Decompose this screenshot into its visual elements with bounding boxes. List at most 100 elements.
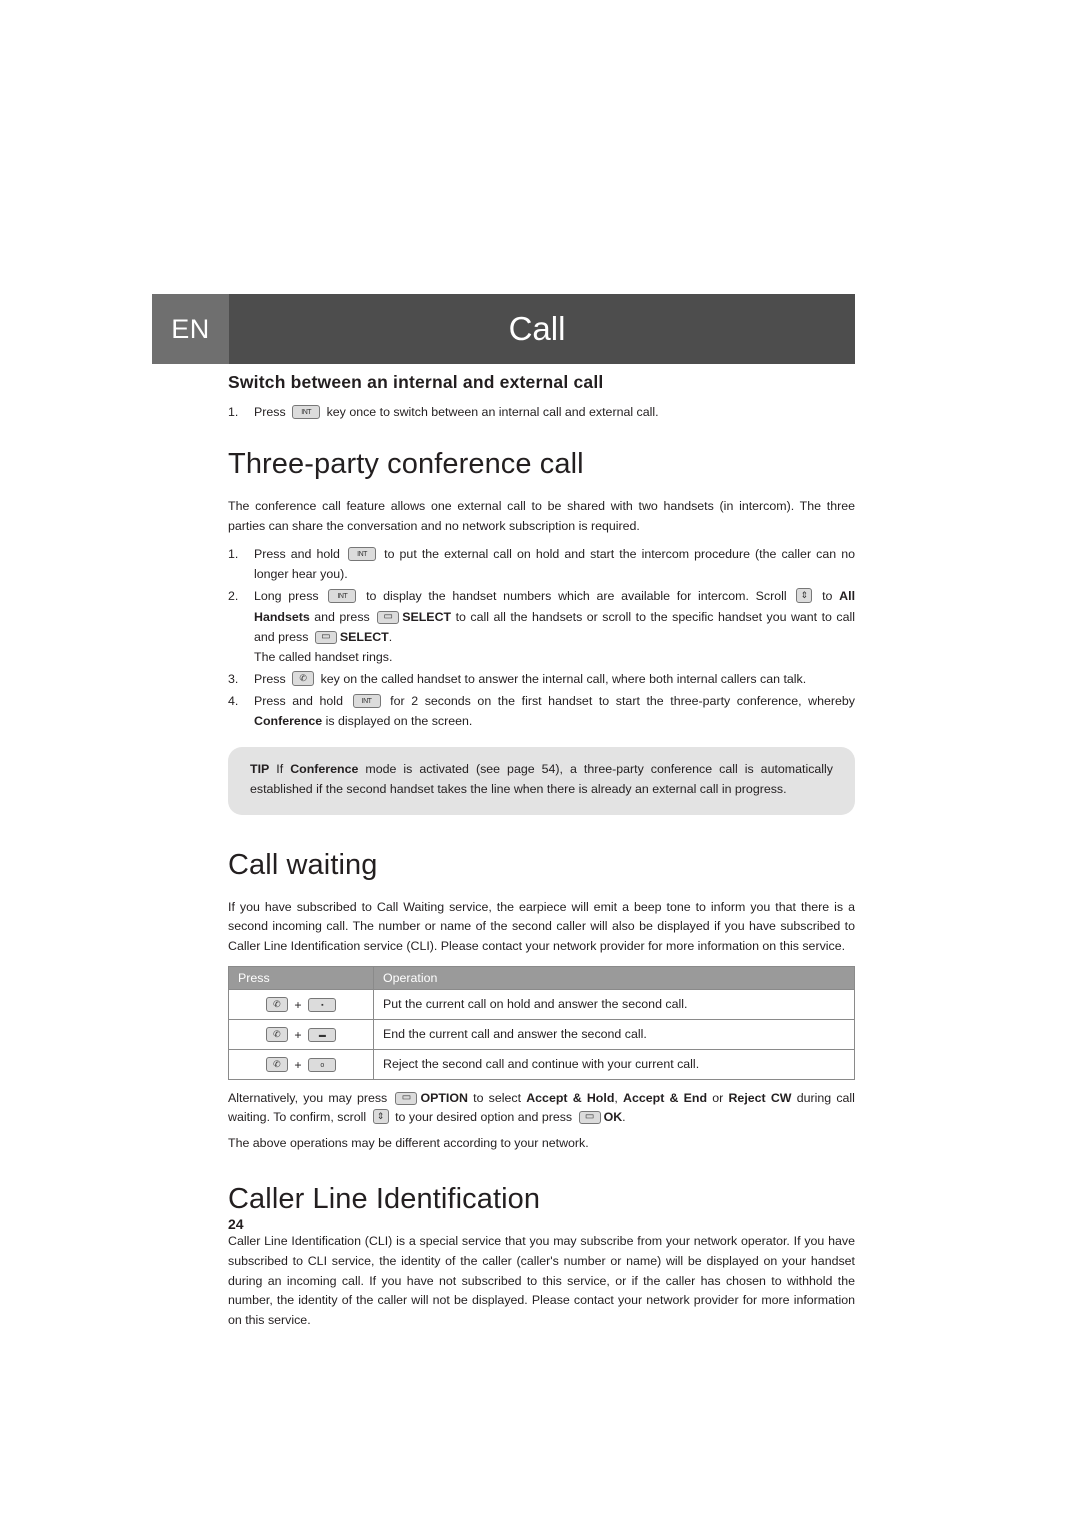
intercom-key-label: INT (337, 593, 348, 601)
tip-text-a: If (276, 762, 284, 777)
intercom-key-label: INT (301, 409, 312, 416)
softkey-icon: ▭ (395, 1091, 418, 1105)
scroll-key-icon: ⇕ (796, 588, 813, 604)
call-waiting-table: Press Operation ✆ + ▪ Put the current ca… (228, 965, 855, 1080)
step-text-pre: Press (254, 671, 286, 686)
list-item: 3. Press ✆ key on the called handset to … (228, 669, 855, 689)
scroll-key-icon: ⇕ (372, 1109, 389, 1125)
list-item: 2. Long press INT to display the handset… (228, 586, 855, 666)
list-text: Long press INT to display the handset nu… (254, 586, 855, 666)
tip-label: TIP (250, 762, 270, 777)
hold-key-icon: ▪ (308, 997, 337, 1012)
alt-text-e: . (622, 1110, 626, 1125)
softkey-icon: ▭ (377, 610, 400, 624)
step-text-end: . (388, 629, 393, 644)
step-extra-text: The called handset rings. (254, 649, 393, 664)
softkey-icon: ▭ (578, 1111, 601, 1125)
list-number: 1. (228, 547, 239, 562)
operation-cell: Put the current call on hold and answer … (373, 988, 855, 1020)
step-bold-select-2: SELECT (339, 629, 389, 644)
step-text-post2: is displayed on the screen. (325, 714, 473, 729)
table-header-row: Press Operation (228, 965, 855, 990)
alt-bold-option: OPTION (420, 1090, 468, 1105)
step-text-pre: Press and hold (254, 547, 340, 562)
zero-key-icon: o (308, 1057, 337, 1072)
press-keys-cell: ✆ + o (228, 1048, 374, 1080)
intercom-key-icon: INT (292, 405, 321, 419)
intercom-key-label: INT (361, 697, 372, 705)
step-text-pre: Long press (254, 589, 319, 604)
step-text-mid: to display the handset numbers which are… (366, 589, 787, 604)
table-row: ✆ + o Reject the second call and continu… (228, 1048, 855, 1080)
heading-three-party-conference: Three-party conference call (228, 448, 584, 481)
step-text-mid3: and press (314, 609, 370, 624)
paragraph-call-waiting-alt: Alternatively, you may press ▭ OPTION to … (228, 1089, 855, 1128)
step-text-post: for 2 seconds on the first handset to st… (390, 693, 855, 708)
list-text: Press ✆ key on the called handset to ans… (254, 669, 855, 689)
list-number: 2. (228, 589, 239, 604)
scroll-key-label: ⇕ (800, 590, 809, 601)
softkey-icon: ▭ (314, 630, 337, 644)
heading-switch-call: Switch between an internal and external … (228, 372, 604, 392)
heading-caller-line-identification: Caller Line Identification (228, 1183, 541, 1216)
step-bold-select-1: SELECT (402, 609, 452, 624)
talk-key-icon: ✆ (265, 996, 288, 1012)
step-text-pre: Press and hold (254, 693, 343, 708)
talk-key-label: ✆ (273, 998, 281, 1009)
softkey-label: ▭ (401, 1091, 412, 1103)
page-number: 24 (228, 1216, 244, 1232)
press-keys-cell: ✆ + ▬ (228, 1018, 374, 1050)
alt-option-reject-cw: Reject CW (728, 1090, 792, 1105)
plus-separator: + (294, 1057, 302, 1072)
alt-bold-ok: OK (603, 1110, 623, 1125)
alt-text-d: to your desired option and press (395, 1110, 573, 1125)
paragraph-cli-body: Caller Line Identification (CLI) is a sp… (228, 1234, 855, 1327)
list-item: 1. Press INT key once to switch between … (228, 402, 855, 422)
table-row: ✆ + ▪ Put the current call on hold and a… (228, 988, 855, 1020)
talk-key-label: ✆ (299, 672, 307, 683)
talk-key-icon: ✆ (265, 1056, 288, 1072)
hold-key-label: ▪ (321, 1001, 324, 1009)
page-content: Switch between an internal and external … (228, 372, 855, 1336)
plus-separator: + (294, 997, 302, 1012)
softkey-label: ▭ (383, 610, 393, 622)
alt-option-accept-hold: Accept & Hold (526, 1090, 615, 1105)
list-number: 3. (228, 671, 239, 686)
chapter-title: Call (229, 294, 855, 364)
alt-text-b: to select (473, 1090, 522, 1105)
step-bold-conference: Conference (254, 714, 323, 729)
alt-option-accept-end: Accept & End (623, 1090, 708, 1105)
plus-separator: + (294, 1027, 302, 1042)
alt-or: or (712, 1090, 724, 1105)
list-item: 4. Press and hold INT for 2 seconds on t… (228, 691, 855, 731)
alt-text-a: Alternatively, you may press (228, 1090, 388, 1105)
intercom-key-label: INT (357, 551, 367, 559)
talk-key-label: ✆ (273, 1028, 281, 1039)
tip-box: TIP If Conference mode is activated (see… (228, 747, 855, 815)
scroll-key-label: ⇕ (376, 1111, 385, 1122)
column-header-operation: Operation (373, 965, 855, 990)
list-item: 1. Press and hold INT to put the externa… (228, 544, 855, 584)
list-text: Press and hold INT to put the external c… (254, 544, 855, 584)
step-text-mid2: to (822, 589, 833, 604)
talk-key-label: ✆ (273, 1058, 281, 1069)
list-number: 4. (228, 693, 239, 708)
list-number: 1. (228, 405, 239, 419)
step-text-pre: Press (254, 405, 286, 419)
press-keys-cell: ✆ + ▪ (228, 988, 374, 1020)
end-key-label: ▬ (318, 1031, 326, 1039)
intercom-key-icon: INT (328, 589, 357, 604)
intercom-key-icon: INT (352, 693, 381, 708)
zero-key-label: o (320, 1061, 324, 1069)
document-page: EN Call Switch between an internal and e… (0, 0, 1080, 1528)
step-text-post: key once to switch between an internal c… (326, 405, 659, 419)
paragraph-conference-intro: The conference call feature allows one e… (228, 499, 855, 533)
operation-cell: End the current call and answer the seco… (373, 1018, 855, 1050)
heading-call-waiting: Call waiting (228, 848, 378, 881)
paragraph-call-waiting-note: The above operations may be different ac… (228, 1135, 589, 1150)
table-row: ✆ + ▬ End the current call and answer th… (228, 1018, 855, 1050)
alt-comma: , (614, 1090, 618, 1105)
step-text-post: to put the external call on hold and sta… (254, 547, 855, 582)
page-header: EN Call (152, 294, 855, 364)
talk-key-icon: ✆ (265, 1026, 288, 1042)
